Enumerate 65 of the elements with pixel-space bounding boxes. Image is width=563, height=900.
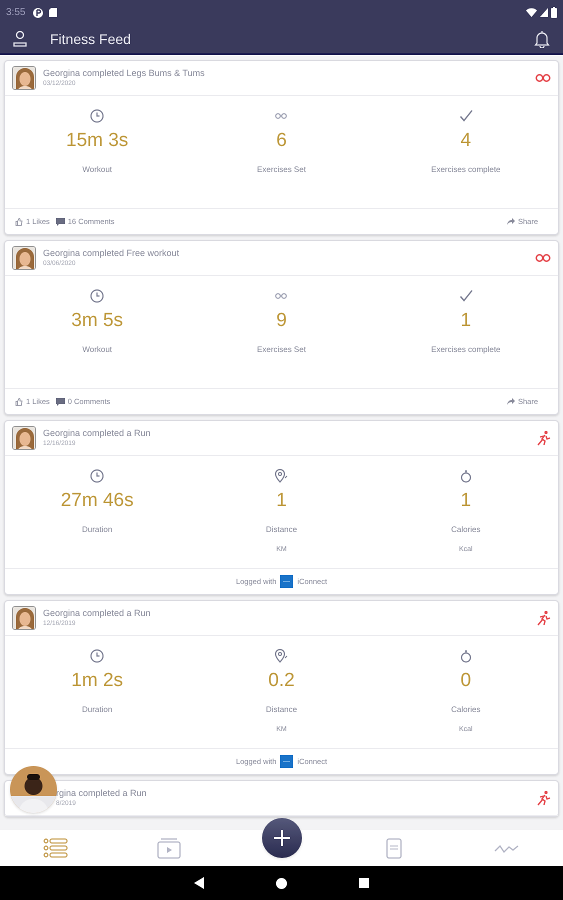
stat-value: 0.2 [268, 671, 295, 690]
clock-icon [89, 288, 106, 304]
clipboard-icon [386, 837, 402, 859]
stat-value: 15m 3s [66, 131, 128, 150]
iconnect-logo-icon [280, 575, 294, 588]
stat-value: 9 [276, 311, 287, 330]
stat-label: Exercises Set [257, 344, 306, 356]
clock-icon [89, 108, 106, 124]
clock-icon [89, 648, 106, 664]
battery-icon [551, 7, 557, 18]
stat-label: Exercises complete [431, 344, 500, 356]
list-icon [43, 837, 70, 859]
activity-title: Georgina completed a Run [43, 428, 152, 438]
stat-value: 1 [460, 311, 472, 330]
video-icon [156, 837, 181, 859]
stat-label: Exercises Set [257, 164, 306, 176]
wifi-icon [526, 8, 537, 17]
clipboard-tab[interactable] [386, 837, 402, 859]
stat-value: 1 [460, 491, 472, 510]
stat-label: Calories [451, 704, 480, 716]
add-button[interactable] [262, 818, 302, 858]
stat-label: Workout [82, 164, 112, 176]
comment-icon [56, 218, 65, 226]
stat-value: 4 [460, 131, 472, 150]
stat-label: Workout [82, 344, 112, 356]
stat-value: 0 [460, 671, 472, 690]
checkmark-icon [458, 288, 474, 304]
stat-label: Distance [266, 704, 298, 716]
activity-title: Georgina completed a Run [43, 608, 152, 618]
thumbs-up-icon [15, 398, 23, 406]
share-arrow-icon [506, 218, 515, 225]
stat-label: Duration [82, 704, 112, 716]
clock-icon [89, 468, 106, 484]
sd-card-icon [49, 8, 58, 17]
running-person-icon [535, 430, 551, 446]
app-notification-icon [33, 8, 44, 18]
activity-title: rgina completed a Run [56, 788, 148, 798]
status-time: 3:55 [6, 6, 26, 20]
stat-value: 1m 2s [71, 671, 124, 690]
stat-value: 27m 46s [60, 491, 134, 510]
back-icon[interactable] [194, 877, 204, 889]
stat-value: 1 [276, 491, 287, 510]
stat-label: Duration [82, 524, 112, 536]
checkmark-icon [458, 108, 474, 124]
location-pin-icon [273, 648, 290, 664]
app-title: Fitness Feed [50, 30, 131, 48]
running-person-icon [535, 790, 551, 806]
stat-label: Distance [266, 524, 298, 536]
stat-label: Exercises complete [431, 164, 500, 176]
plus-icon [273, 829, 291, 847]
running-person-icon [535, 610, 551, 626]
activity-title: Georgina completed Free workout [43, 248, 180, 258]
notification-bell-icon[interactable] [533, 30, 551, 48]
stat-value: 6 [276, 131, 287, 150]
signal-icon [540, 8, 548, 17]
location-pin-icon [273, 468, 290, 484]
stat-label: Calories [451, 524, 480, 536]
stat-value: 3m 5s [71, 311, 124, 330]
home-icon[interactable] [276, 878, 287, 888]
share-arrow-icon [506, 398, 515, 405]
activity-title: Georgina completed Legs Bums & Tums [43, 68, 206, 78]
profile-icon[interactable] [12, 30, 28, 48]
comment-icon [56, 398, 65, 406]
thumbs-up-icon [15, 218, 23, 226]
iconnect-logo-icon [280, 755, 294, 768]
